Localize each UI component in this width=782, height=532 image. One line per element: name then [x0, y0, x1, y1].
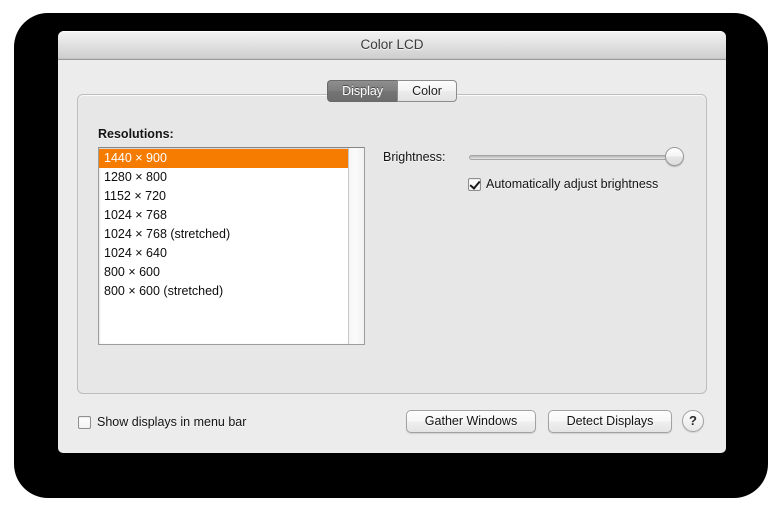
tab-display[interactable]: Display [327, 80, 398, 102]
brightness-slider[interactable] [469, 147, 684, 167]
slider-knob[interactable] [665, 147, 684, 166]
display-settings-panel: Resolutions: 1440 × 900 1280 × 800 1152 … [77, 94, 707, 394]
tab-bar: Display Color [58, 80, 726, 102]
list-item[interactable]: 1280 × 800 [99, 168, 348, 187]
resolutions-label: Resolutions: [98, 127, 174, 141]
auto-brightness-checkbox[interactable] [468, 177, 481, 191]
list-item[interactable]: 800 × 600 (stretched) [99, 282, 348, 301]
bottom-bar: Show displays in menu bar Gather Windows… [58, 406, 726, 446]
tab-color[interactable]: Color [397, 80, 457, 102]
brightness-label: Brightness: [383, 150, 446, 164]
show-displays-checkbox[interactable] [78, 415, 91, 429]
display-preferences-window: Color LCD Display Color Resolutions: 144… [58, 31, 726, 453]
list-item[interactable]: 1152 × 720 [99, 187, 348, 206]
list-item[interactable]: 1024 × 640 [99, 244, 348, 263]
list-item[interactable]: 800 × 600 [99, 263, 348, 282]
list-item[interactable]: 1440 × 900 [99, 149, 348, 168]
list-item[interactable]: 1024 × 768 (stretched) [99, 225, 348, 244]
show-displays-label: Show displays in menu bar [97, 415, 247, 429]
window-titlebar[interactable]: Color LCD [58, 31, 726, 60]
window-title: Color LCD [360, 37, 424, 52]
list-item[interactable]: 1024 × 768 [99, 206, 348, 225]
slider-track[interactable] [469, 155, 682, 160]
detect-displays-button[interactable]: Detect Displays [548, 410, 672, 433]
resolutions-scrollbar[interactable] [348, 148, 364, 344]
show-displays-row[interactable]: Show displays in menu bar [78, 415, 246, 429]
help-button[interactable]: ? [682, 410, 704, 432]
gather-windows-button[interactable]: Gather Windows [406, 410, 536, 433]
resolutions-list[interactable]: 1440 × 900 1280 × 800 1152 × 720 1024 × … [99, 148, 348, 344]
resolutions-listbox[interactable]: 1440 × 900 1280 × 800 1152 × 720 1024 × … [98, 147, 365, 345]
auto-brightness-label: Automatically adjust brightness [486, 177, 659, 191]
brightness-row: Brightness: [383, 147, 684, 169]
auto-brightness-row[interactable]: Automatically adjust brightness [468, 177, 658, 191]
